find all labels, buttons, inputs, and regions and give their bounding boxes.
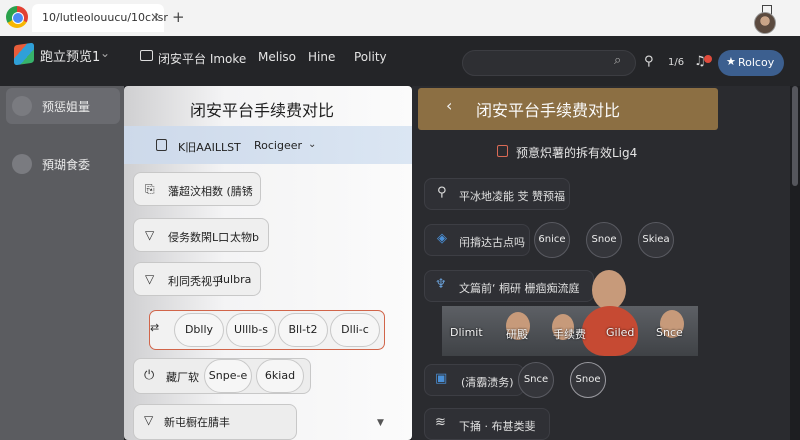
power-icon: ⏻	[144, 368, 155, 383]
photo-label: 研殿	[506, 328, 528, 341]
option-pill[interactable]: Snce	[518, 362, 554, 398]
filter-icon: ▽	[145, 228, 155, 242]
compare-option[interactable]: Bll-t2	[278, 313, 328, 347]
brand-name[interactable]: 跑立预览1	[40, 46, 100, 65]
list-item-label: (清霸渍务)	[461, 376, 514, 389]
nav-item-platform[interactable]: 闭安平台 Imoke	[158, 50, 246, 67]
search-icon[interactable]: ⚲	[644, 54, 654, 69]
list-item-label: 下捅 · 布甚类斐	[459, 420, 536, 433]
sidebar-item-food[interactable]: 預瑚食委	[6, 146, 120, 182]
list-item[interactable]: ◈ 闬揹达古点吗	[424, 224, 530, 256]
photo-label: Giled	[606, 326, 635, 339]
sidebar	[0, 86, 124, 440]
person-image	[592, 270, 626, 310]
photo-label: Snce	[656, 326, 683, 339]
chart-icon: ♆	[435, 277, 447, 292]
panel-subtitle: 预意炽薯的拆有效Lig4	[516, 146, 638, 160]
list-item[interactable]: ⚲ 平冰地凌能 芠 赞预福	[424, 178, 570, 210]
layers-icon: ◈	[437, 231, 447, 246]
nav-item-polity[interactable]: Polity	[354, 50, 387, 64]
list-item[interactable]: ▽ 侵务数閑L口 太物b	[133, 218, 269, 252]
platform-icon	[140, 50, 153, 61]
option-pill[interactable]: 6nice	[534, 222, 570, 258]
panel-title: 闭安平台手续费对比	[476, 101, 621, 120]
list-item-label: 文篇前‘ 桐研 栅痼痴流庭	[459, 282, 580, 295]
filter-dropdown[interactable]: Rocigeer	[254, 139, 302, 152]
list-item-label: 藏厂软	[166, 371, 199, 384]
list-item[interactable]: ≋ 下捅 · 布甚类斐	[424, 408, 550, 440]
nav-item-hine[interactable]: Hine	[308, 50, 335, 64]
document-icon	[156, 139, 167, 151]
filter-icon: ▽	[144, 413, 154, 427]
search-icon[interactable]: ⌕	[614, 53, 621, 68]
chevron-down-icon[interactable]: ▼	[377, 418, 384, 428]
list-item-extra: lulbra	[220, 273, 252, 286]
option-pill[interactable]: 6kiad	[256, 359, 304, 393]
face-icon	[12, 154, 32, 174]
new-tab-icon[interactable]: +	[172, 8, 185, 26]
browser-tab[interactable]: 10/lutleolouucu/10c.lsr	[32, 4, 168, 32]
user-icon	[12, 96, 32, 116]
list-item-label: 新屯橱在腈丰	[164, 416, 230, 429]
search-icon: ⚲	[437, 185, 447, 200]
scrollbar[interactable]	[792, 86, 798, 186]
nav-item-meliso[interactable]: Meliso	[258, 50, 296, 64]
option-pill[interactable]: Snoe	[586, 222, 622, 258]
notification-badge	[704, 55, 712, 63]
option-pill[interactable]: Snoe	[570, 362, 606, 398]
list-item[interactable]: ▣ (清霸渍务)	[424, 364, 524, 396]
compare-option[interactable]: Dlli-c	[330, 313, 380, 347]
photo-label: 手续费	[553, 328, 586, 341]
profile-avatar[interactable]	[754, 12, 776, 34]
compare-option[interactable]: Dblly	[174, 313, 224, 347]
list-item-label: 利同秃视乎	[168, 275, 223, 288]
list-item[interactable]: ♆ 文篇前‘ 桐研 栅痼痴流庭	[424, 270, 594, 302]
filter-icon: ▽	[145, 272, 155, 286]
list-item-label: 侵务数閑L口	[168, 231, 230, 244]
filter-label[interactable]: K旧AAILLST	[178, 139, 241, 155]
option-pill[interactable]: Skiea	[638, 222, 674, 258]
list-item-label: 平冰地凌能 芠 赞预福	[459, 190, 565, 203]
browser-logo-icon	[6, 6, 28, 28]
sidebar-item-label: 预惩姐量	[42, 100, 91, 114]
option-pill[interactable]: Snpe-e	[204, 359, 252, 393]
photo-label: Dlimit	[450, 326, 483, 339]
star-icon: ★	[726, 55, 736, 68]
search-input[interactable]	[462, 50, 636, 76]
list-item-label: 闬揹达古点吗	[459, 236, 525, 249]
document-icon	[497, 145, 508, 157]
list-item[interactable]: ▽ 利同秃视乎 lulbra	[133, 262, 261, 296]
chevron-down-icon[interactable]: ⌄	[100, 46, 110, 60]
back-icon[interactable]: ‹	[446, 96, 452, 115]
compare-option[interactable]: Ulllb-s	[226, 313, 276, 347]
calendar-icon: ▣	[435, 371, 448, 386]
sidebar-item-preview[interactable]: 预惩姐量	[6, 88, 120, 124]
tab-close-icon[interactable]: ×	[150, 10, 160, 24]
list-item-extra: 太物b	[230, 231, 259, 244]
wifi-icon: ≋	[435, 415, 446, 430]
brand-logo-icon	[14, 42, 34, 66]
list-item[interactable]: ⎘ 藩超汶相数 (腈锈	[133, 172, 261, 206]
list-item-label: 藩超汶相数 (腈锈	[168, 185, 253, 198]
lang-icon[interactable]: 1/6	[668, 57, 684, 68]
shuffle-icon: ⇄	[150, 321, 160, 334]
sidebar-item-label: 預瑚食委	[42, 158, 91, 172]
panel-title: 闭安平台手续费对比	[190, 101, 335, 120]
export-icon: ⎘	[145, 182, 155, 196]
chevron-down-icon[interactable]: ⌄	[308, 139, 316, 150]
